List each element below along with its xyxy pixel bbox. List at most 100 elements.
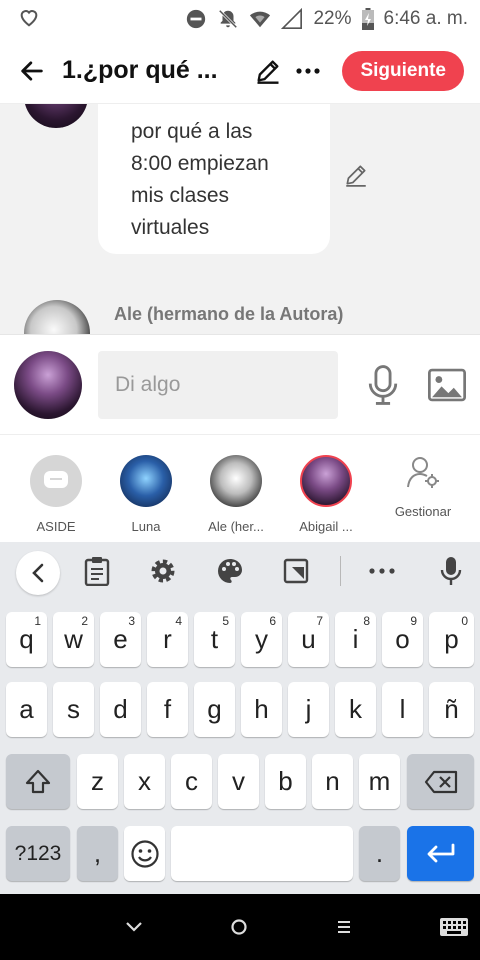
avatar [24, 300, 90, 334]
key-q[interactable]: q1 [6, 612, 47, 667]
chapter-title[interactable]: 1.¿por qué ... [62, 56, 240, 85]
key-w[interactable]: w2 [53, 612, 94, 667]
symbols-key[interactable]: ?123 [6, 826, 70, 881]
key-d[interactable]: d [100, 682, 141, 737]
palette-icon [218, 559, 242, 583]
next-button[interactable]: Siguiente [342, 50, 464, 91]
back-button[interactable] [16, 55, 48, 87]
key-l[interactable]: l [382, 682, 423, 737]
wifi-icon [250, 11, 271, 28]
key-n[interactable]: n [312, 754, 353, 809]
user-settings-icon [407, 457, 439, 488]
keyboard-icon [440, 918, 468, 936]
shift-icon [25, 769, 51, 793]
pencil-icon[interactable] [254, 57, 282, 85]
message-line: 8:00 empiezan [131, 152, 269, 175]
key-y[interactable]: y6 [241, 612, 282, 667]
home-circle-icon [231, 919, 247, 935]
key-e[interactable]: e3 [100, 612, 141, 667]
enter-key[interactable] [407, 826, 474, 881]
key-p[interactable]: p0 [429, 612, 474, 667]
keyboard-more-button[interactable] [367, 556, 397, 586]
more-options-button[interactable] [294, 57, 322, 85]
menu-lines-icon [338, 921, 350, 933]
key-c[interactable]: c [171, 754, 212, 809]
key-j[interactable]: j [288, 682, 329, 737]
manage-label: Gestionar [394, 504, 452, 519]
emoji-key[interactable] [124, 826, 165, 881]
space-key[interactable] [171, 826, 353, 881]
message-line: virtuales [131, 216, 210, 239]
key-i[interactable]: i8 [335, 612, 376, 667]
message-bubble[interactable]: por qué a las 8:00 empiezan mis clases v… [98, 104, 330, 254]
arrow-left-icon [21, 60, 43, 81]
key-o[interactable]: o9 [382, 612, 423, 667]
navigation-bar [0, 894, 480, 960]
theme-button[interactable] [215, 556, 245, 586]
character-label: Luna [131, 519, 161, 534]
key-s[interactable]: s [53, 682, 94, 737]
character-label: Abigail ... [299, 519, 353, 534]
do-not-disturb-icon [187, 9, 206, 29]
character-picker: ASIDE Luna Ale (her... Abigail ... Gesti… [0, 434, 480, 542]
voice-input-button[interactable] [436, 556, 466, 586]
message-line: mis clases [131, 184, 230, 207]
key-m[interactable]: m [359, 754, 400, 809]
current-character-avatar[interactable] [14, 350, 82, 419]
key-x[interactable]: x [124, 754, 165, 809]
chat-area: por qué a las 8:00 empiezan mis clases v… [0, 104, 480, 334]
heart-icon [20, 9, 38, 26]
microphone-icon [440, 557, 462, 585]
character-luna[interactable]: Luna [108, 455, 184, 534]
character-ale[interactable]: Ale (her... [198, 455, 274, 534]
battery-icon [361, 8, 374, 30]
keyboard-collapse-button[interactable] [16, 551, 60, 595]
message-input[interactable]: Di algo [98, 350, 338, 419]
key-z[interactable]: z [77, 754, 118, 809]
key-n-tilde[interactable]: ñ [429, 682, 474, 737]
shift-key[interactable] [6, 754, 70, 809]
more-horizontal-icon [369, 568, 395, 574]
keyboard-toolbar [0, 542, 480, 602]
image-icon[interactable] [428, 368, 466, 402]
key-h[interactable]: h [241, 682, 282, 737]
key-b[interactable]: b [265, 754, 306, 809]
key-a[interactable]: a [6, 682, 47, 737]
avatar [300, 455, 352, 507]
status-bar: 22% 6:46 a. m. [0, 0, 480, 38]
manage-characters-button[interactable]: Gestionar [388, 455, 458, 519]
gear-icon [151, 559, 175, 583]
character-label: Ale (her... [208, 519, 264, 534]
keyboard-switch-button[interactable] [438, 914, 470, 940]
period-key[interactable]: . [359, 826, 400, 881]
character-abigail[interactable]: Abigail ... [288, 455, 364, 534]
edit-message-icon[interactable] [343, 162, 369, 188]
message-line: por qué a las [131, 120, 253, 143]
resize-keyboard-button[interactable] [281, 556, 311, 586]
backspace-key[interactable] [407, 754, 474, 809]
key-k[interactable]: k [335, 682, 376, 737]
signal-icon [281, 8, 303, 29]
key-v[interactable]: v [218, 754, 259, 809]
chat-bubble-icon [44, 471, 68, 488]
key-g[interactable]: g [194, 682, 235, 737]
character-aside[interactable]: ASIDE [18, 455, 94, 534]
resize-icon [283, 558, 309, 584]
keyboard-settings-button[interactable] [148, 556, 178, 586]
key-r[interactable]: r4 [147, 612, 188, 667]
home-button[interactable] [226, 914, 252, 940]
comma-key[interactable]: , [77, 826, 118, 881]
avatar [120, 455, 172, 507]
recent-apps-button[interactable] [331, 914, 357, 940]
message-author: Ale (hermano de la Autora) [114, 304, 344, 324]
editor-header: 1.¿por qué ... Siguiente [0, 38, 480, 104]
bell-off-icon [219, 9, 238, 29]
microphone-icon[interactable] [366, 364, 400, 405]
hide-keyboard-button[interactable] [121, 914, 147, 940]
key-u[interactable]: u7 [288, 612, 329, 667]
clipboard-button[interactable] [82, 556, 112, 586]
more-horizontal-icon [296, 67, 320, 74]
emoji-icon [130, 839, 159, 868]
key-t[interactable]: t5 [194, 612, 235, 667]
key-f[interactable]: f [147, 682, 188, 737]
